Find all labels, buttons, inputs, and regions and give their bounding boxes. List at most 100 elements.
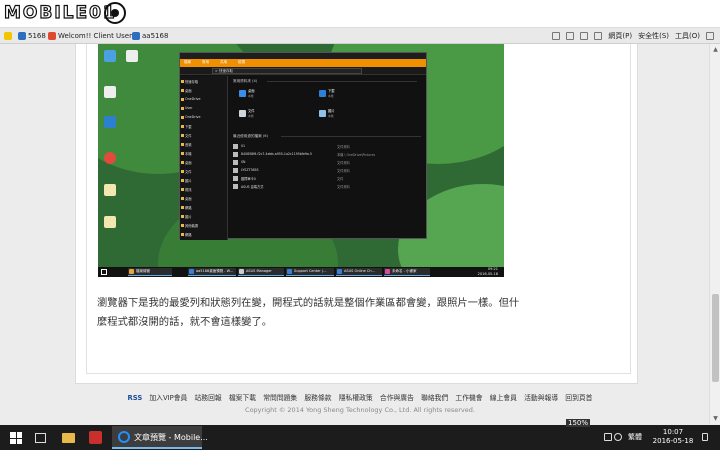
logo-mark-icon <box>104 2 126 24</box>
taskbar-item: Support Center (... <box>286 268 334 276</box>
explorer-tab: 檢視 <box>238 60 245 64</box>
footer-link[interactable]: 線上會員 <box>490 394 517 402</box>
favorite-icon <box>18 32 26 40</box>
task-view-icon[interactable] <box>35 433 46 443</box>
page-menu[interactable]: 網頁(P) <box>608 31 632 41</box>
folder-item: 下載 本機 <box>319 89 343 100</box>
network-icon[interactable] <box>604 433 612 441</box>
footer-links: RSS 加入VIP會員 站務回報 檔案下載 常問問題集 服務條款 隱私權政策 合… <box>0 392 720 402</box>
folder-item: 圖片 本機 <box>319 109 343 120</box>
footer-link[interactable]: 檔案下載 <box>229 394 256 402</box>
app-icon[interactable] <box>89 431 102 444</box>
footer-link[interactable]: 隱私權政策 <box>339 394 373 402</box>
file-explorer-icon[interactable] <box>62 433 75 443</box>
recent-file-path: 文件 <box>337 177 344 181</box>
sidebar-item: 文件 <box>185 170 192 174</box>
favorite-label: 5168 <box>28 32 46 40</box>
footer-link[interactable]: 工作機會 <box>455 394 482 402</box>
sidebar-item: 文件 <box>185 134 192 138</box>
explorer-content: 常用資料夾 (4) 桌面 本機 下載 本機 文件 本機 圖片 本機 最近使用過的… <box>229 76 428 240</box>
sidebar-item: 網路 <box>185 233 192 237</box>
scroll-down-icon[interactable]: ▼ <box>712 415 719 422</box>
favorite-icon <box>48 32 56 40</box>
sidebar-item: 音樂 <box>185 143 192 147</box>
documents-icon <box>239 110 246 117</box>
taskbar-item: 檔案總管 <box>128 268 172 276</box>
recent-file-name: 840858f6-f2c7-4ebb-a955-1a2c1195bfe9a.5 <box>241 152 312 156</box>
section-heading: 最近使用過的檔案 (6) <box>233 134 268 138</box>
print-icon[interactable] <box>594 32 603 40</box>
section-heading: 常用資料夾 (4) <box>233 79 258 83</box>
sidebar-item: 視訊 <box>185 188 192 192</box>
folder-icon <box>239 90 246 97</box>
favorite-link-5168[interactable]: 5168 <box>18 30 46 42</box>
ie-icon <box>118 431 130 443</box>
recent-file-path: 文件資料 <box>337 145 350 149</box>
sidebar-item: 下載 <box>185 125 192 129</box>
footer-link[interactable]: 合作與廣告 <box>380 394 414 402</box>
favorite-label: Welcom!! Client User!! <box>58 32 138 40</box>
page-container: 檔案 常用 共用 檢視 > 快速存取 快速存取 桌面 OneDrive User… <box>75 44 638 384</box>
recent-file-name: 01 <box>241 144 246 148</box>
file-icon <box>233 144 238 149</box>
zoom-level[interactable]: 150% <box>566 419 591 427</box>
recent-file-row: 01 文件資料 <box>233 144 423 150</box>
footer-link[interactable]: 聯絡我們 <box>421 394 448 402</box>
clock[interactable]: 10:07 2016-05-18 <box>648 428 698 446</box>
site-logo[interactable]: MOBILE01 <box>3 2 117 25</box>
start-button[interactable] <box>10 432 22 444</box>
taskbar-item: 未命名 - 小畫家 <box>384 268 430 276</box>
footer-link[interactable]: RSS <box>128 394 143 402</box>
feeds-icon[interactable] <box>566 32 575 40</box>
sidebar-item: 網路 <box>185 206 192 210</box>
tools-menu[interactable]: 工具(O) <box>675 31 700 41</box>
favorites-star-icon[interactable] <box>4 30 12 42</box>
notification-icon[interactable] <box>702 433 708 441</box>
desktop-file-icon <box>104 184 116 196</box>
sidebar-item: 圖片 <box>185 215 192 219</box>
help-icon[interactable] <box>706 32 714 40</box>
footer-link[interactable]: 常問問題集 <box>263 394 297 402</box>
file-icon <box>233 152 238 157</box>
scroll-up-icon[interactable]: ▲ <box>712 46 719 53</box>
desktop-file-icon <box>104 216 116 228</box>
folder-location: 本機 <box>328 114 334 118</box>
sidebar-item: User <box>185 106 193 110</box>
taskbar-item: ASUS Online Ch... <box>336 268 382 276</box>
home-icon[interactable] <box>552 32 561 40</box>
favorite-label: aa5168 <box>142 32 169 40</box>
favorite-link-aa5168[interactable]: aa5168 <box>132 30 168 42</box>
footer-link[interactable]: 服務條款 <box>304 394 331 402</box>
footer-link[interactable]: 加入VIP會員 <box>149 394 187 402</box>
folder-item: 桌面 本機 <box>239 89 263 100</box>
footer-link[interactable]: 回到頁首 <box>565 394 592 402</box>
footer-link[interactable]: 站務回報 <box>195 394 222 402</box>
system-tray: 150% 繁體 10:07 2016-05-18 <box>566 419 714 450</box>
explorer-tab: 共用 <box>220 60 227 64</box>
safety-menu[interactable]: 安全性(S) <box>638 31 669 41</box>
ime-indicator[interactable]: 繁體 <box>628 432 642 442</box>
page-scrollbar[interactable]: ▲ ▼ <box>709 44 720 424</box>
sidebar-item: 本機 <box>185 152 192 156</box>
file-icon <box>233 184 238 189</box>
recent-file-path: 文件資料 <box>337 161 350 165</box>
mail-icon[interactable] <box>580 32 589 40</box>
pictures-icon <box>319 110 326 117</box>
taskbar-window-title: 文章預覽 - Mobile... <box>134 433 208 442</box>
windows-taskbar: 文章預覽 - Mobile... 150% 繁體 10:07 2016-05-1… <box>0 419 720 450</box>
favorite-link-welcome[interactable]: Welcom!! Client User!! <box>48 30 138 42</box>
recent-file-path: 文件資料 <box>337 185 350 189</box>
recent-file-row: LYSZT365S 文件資料 <box>233 168 423 174</box>
file-explorer-window: 檔案 常用 共用 檢視 > 快速存取 快速存取 桌面 OneDrive User… <box>179 52 428 240</box>
favorite-icon <box>132 32 140 40</box>
command-bar: 網頁(P) 安全性(S) 工具(O) <box>552 30 714 42</box>
recent-file-row: SN 文件資料 <box>233 160 423 166</box>
volume-icon[interactable] <box>614 433 622 441</box>
download-icon <box>319 90 326 97</box>
recent-file-name: ASUS 遠端方式 <box>241 185 264 189</box>
taskbar-ie-window[interactable]: 文章預覽 - Mobile... <box>112 426 208 449</box>
desktop-recycle-icon <box>104 50 116 62</box>
screenshot-taskbar: 檔案總管 aa5168桌面預覽 - W... ASUS Manager Supp… <box>98 267 504 277</box>
scroll-thumb[interactable] <box>712 294 719 382</box>
footer-link[interactable]: 活動與報導 <box>524 394 558 402</box>
